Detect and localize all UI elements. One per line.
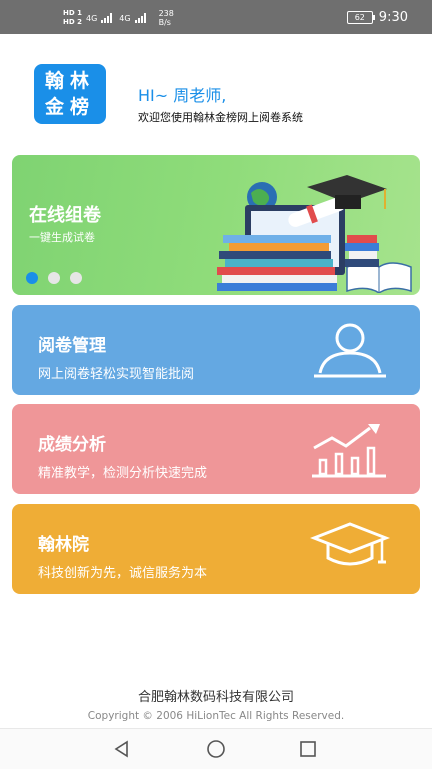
carousel-indicators: [26, 272, 82, 284]
logo-line-1: 翰林: [44, 70, 95, 92]
network-speed: 238 B/s: [159, 9, 174, 27]
app-logo: 翰林 金榜: [34, 64, 106, 124]
company-name: 合肥翰林数码科技有限公司: [137, 690, 294, 705]
bar-chart-icon: [312, 424, 386, 478]
system-navigation-bar: [0, 728, 432, 769]
card-subtitle: 科技创新为先，诚信服务为本: [38, 566, 208, 581]
recents-icon[interactable]: [298, 739, 318, 759]
home-icon[interactable]: [206, 739, 226, 759]
speed-unit: B/s: [158, 18, 171, 27]
clock: 9:30: [378, 10, 408, 25]
banner-title: 在线组卷: [29, 205, 101, 226]
card-grading-management[interactable]: 阅卷管理 网上阅卷轻松实现智能批阅: [12, 305, 420, 395]
logo-line-2: 金榜: [44, 96, 95, 118]
greeting: HI~ 周老师,: [138, 86, 227, 105]
carousel-dot-1[interactable]: [26, 272, 38, 284]
card-title: 翰林院: [38, 535, 89, 555]
network-label-2: 4G: [119, 13, 131, 23]
copyright-text: Copyright © 2006 HiLionTec All Rights Re…: [87, 710, 345, 722]
hd-indicator: HD 1 HD 2: [63, 9, 82, 27]
banner-subtitle: 一键生成试卷: [29, 231, 95, 244]
speed-value: 238: [158, 9, 174, 18]
carousel-dot-2[interactable]: [48, 272, 60, 284]
card-title: 成绩分析: [38, 435, 106, 455]
status-left: HD 1 HD 2 4G 4G 238 B/s: [63, 8, 174, 28]
card-title: 阅卷管理: [38, 336, 106, 356]
status-bar: HD 1 HD 2 4G 4G 238 B/s 62 9:30: [0, 0, 432, 34]
hd2-label: HD 2: [63, 18, 82, 26]
signal-icon: [134, 13, 149, 23]
network-label-1: 4G: [85, 13, 98, 23]
hd1-label: HD 1: [63, 9, 82, 17]
card-subtitle: 网上阅卷轻松实现智能批阅: [38, 367, 195, 382]
back-icon[interactable]: [112, 739, 132, 759]
graduation-cap-icon: [310, 522, 390, 566]
card-score-analysis[interactable]: 成绩分析 精准教学，检测分析快速完成: [12, 404, 420, 494]
signal-icon: [101, 13, 115, 23]
status-right: 62 9:30: [346, 10, 408, 25]
banner-carousel[interactable]: 在线组卷 一键生成试卷: [12, 155, 420, 295]
card-subtitle: 精准教学，检测分析快速完成: [38, 466, 208, 481]
user-icon: [314, 323, 386, 378]
battery-icon: 62: [346, 11, 375, 24]
books-illustration: [217, 175, 412, 293]
welcome-message: 欢迎您使用翰林金榜网上阅卷系统: [138, 111, 303, 124]
carousel-dot-3[interactable]: [70, 272, 82, 284]
card-hanlin-academy[interactable]: 翰林院 科技创新为先，诚信服务为本: [12, 504, 420, 594]
